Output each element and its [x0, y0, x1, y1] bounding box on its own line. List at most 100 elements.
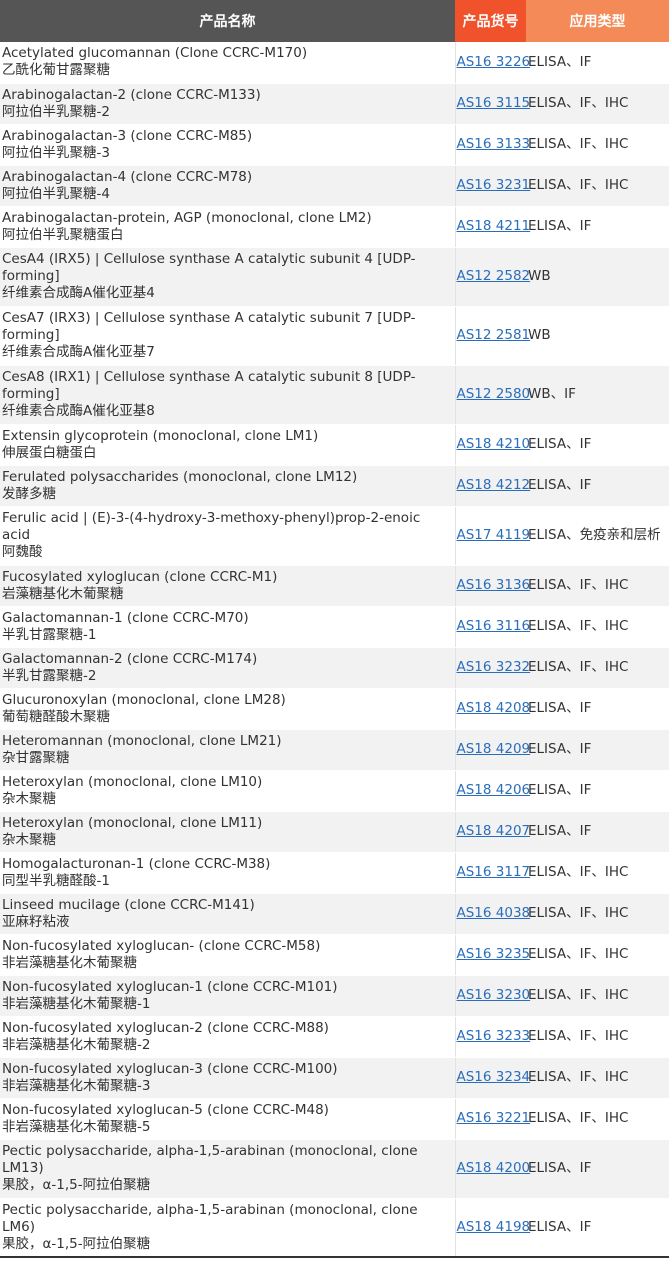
product-name-zh: 纤维素合成酶A催化亚基8	[2, 403, 155, 419]
product-code-cell: AS18 4208	[454, 688, 530, 730]
table-row: Heteromannan (monoclonal, clone LM21) 杂甘露…	[0, 729, 669, 771]
product-name-en: Ferulated polysaccharides (monoclonal, c…	[2, 468, 358, 485]
product-name-en: Pectic polysaccharide, alpha-1,5-arabina…	[2, 1201, 418, 1235]
product-name-cell: Pectic polysaccharide, alpha-1,5-arabina…	[0, 1198, 455, 1258]
product-code-cell: AS16 3136	[454, 565, 530, 607]
application-type-cell: WB、IF	[526, 365, 669, 425]
table-row: CesA8 (IRX1) | Cellulose synthase A cata…	[0, 365, 669, 425]
product-code-link[interactable]: AS16 3133	[457, 136, 531, 152]
product-code-link[interactable]: AS16 3233	[457, 1028, 531, 1044]
table-row: Ferulic acid | (E)-3-(4-hydroxy-3-methox…	[0, 506, 669, 566]
application-type-cell: ELISA、免疫亲和层析	[526, 506, 669, 566]
product-code-cell: AS16 3232	[454, 647, 530, 689]
product-name-cell: Arabinogalactan-protein, AGP (monoclonal…	[0, 206, 455, 248]
table-row: Arabinogalactan-3 (clone CCRC-M85) 阿拉伯半乳聚…	[0, 124, 669, 166]
product-code-link[interactable]: AS16 4038	[457, 905, 531, 921]
table-row: CesA7 (IRX3) | Cellulose synthase A cata…	[0, 306, 669, 366]
product-code-link[interactable]: AS18 4211	[457, 218, 531, 234]
product-name-cell: Homogalacturonan-1 (clone CCRC-M38) 同型半乳糖…	[0, 852, 455, 894]
product-name-zh: 非岩藻糖基化木葡聚糖-3	[2, 1077, 151, 1094]
product-code-link[interactable]: AS16 3230	[457, 987, 531, 1003]
product-name-cell: Non-fucosylated xyloglucan- (clone CCRC-…	[0, 934, 455, 976]
product-name-en: Heteroxylan (monoclonal, clone LM11)	[2, 814, 263, 831]
table-row: Ferulated polysaccharides (monoclonal, c…	[0, 465, 669, 507]
table-row: Heteroxylan (monoclonal, clone LM11) 杂木聚糖…	[0, 811, 669, 853]
product-name-cell: CesA4 (IRX5) | Cellulose synthase A cata…	[0, 247, 455, 307]
product-code-link[interactable]: AS12 2582	[457, 268, 531, 284]
application-type-cell: ELISA、IF、IHC	[526, 165, 669, 207]
product-name-en: Linseed mucilage (clone CCRC-M141)	[2, 896, 255, 913]
product-code-link[interactable]: AS12 2580	[457, 386, 531, 402]
product-name-zh: 纤维素合成酶A催化亚基4	[2, 285, 155, 301]
product-name-en: Non-fucosylated xyloglucan-1 (clone CCRC…	[2, 978, 338, 995]
product-code-link[interactable]: AS18 4198	[457, 1219, 531, 1235]
product-code-cell: AS16 3226	[454, 42, 530, 84]
application-type-cell: ELISA、IF	[526, 465, 669, 507]
product-code-link[interactable]: AS16 3115	[457, 95, 531, 111]
product-name-en: Heteromannan (monoclonal, clone LM21)	[2, 732, 282, 749]
product-name-zh: 岩藻糖基化木葡聚糖	[2, 585, 124, 602]
product-name-en: Pectic polysaccharide, alpha-1,5-arabina…	[2, 1143, 418, 1176]
product-name-zh: 亚麻籽粘液	[2, 913, 70, 930]
application-type-cell: ELISA、IF、IHC	[526, 975, 669, 1017]
application-type-cell: ELISA、IF、IHC	[526, 124, 669, 166]
application-type-cell: ELISA、IF	[526, 42, 669, 84]
table-row: Glucuronoxylan (monoclonal, clone LM28) 葡…	[0, 688, 669, 730]
product-name-cell: Arabinogalactan-2 (clone CCRC-M133) 阿拉伯半乳…	[0, 83, 455, 125]
application-type-cell: ELISA、IF、IHC	[526, 83, 669, 125]
table-row: Galactomannan-2 (clone CCRC-M174) 半乳甘露聚糖-…	[0, 647, 669, 689]
product-code-link[interactable]: AS18 4200	[457, 1160, 531, 1176]
application-type-cell: ELISA、IF	[526, 1139, 669, 1199]
product-name-en: Non-fucosylated xyloglucan-2 (clone CCRC…	[2, 1019, 329, 1036]
product-code-link[interactable]: AS18 4207	[457, 823, 531, 839]
application-type-cell: ELISA、IF、IHC	[526, 852, 669, 894]
product-code-cell: AS16 3233	[454, 1016, 530, 1058]
product-name-en: Heteroxylan (monoclonal, clone LM10)	[2, 773, 263, 790]
product-name-cell: Heteroxylan (monoclonal, clone LM11) 杂木聚糖	[0, 811, 455, 853]
table-header: 产品名称 产品货号 应用类型	[0, 0, 669, 42]
product-code-link[interactable]: AS18 4210	[457, 436, 531, 452]
product-code-link[interactable]: AS18 4208	[457, 700, 531, 716]
product-name-zh: 非岩藻糖基化木葡聚糖-5	[2, 1118, 151, 1135]
product-code-link[interactable]: AS16 3232	[457, 659, 531, 675]
product-code-link[interactable]: AS18 4212	[457, 477, 531, 493]
table-row: Fucosylated xyloglucan (clone CCRC-M1) 岩藻…	[0, 565, 669, 607]
product-code-link[interactable]: AS16 3226	[457, 54, 531, 70]
product-name-cell: Pectic polysaccharide, alpha-1,5-arabina…	[0, 1139, 455, 1199]
product-name-en: Glucuronoxylan (monoclonal, clone LM28)	[2, 691, 286, 708]
product-code-link[interactable]: AS12 2581	[457, 327, 531, 343]
product-code-link[interactable]: AS16 3136	[457, 577, 531, 593]
application-type-cell: ELISA、IF、IHC	[526, 1098, 669, 1140]
application-type-cell: ELISA、IF、IHC	[526, 893, 669, 935]
product-name-cell: Non-fucosylated xyloglucan-3 (clone CCRC…	[0, 1057, 455, 1099]
product-name-en: Ferulic acid | (E)-3-(4-hydroxy-3-methox…	[2, 510, 421, 543]
product-code-cell: AS18 4198	[454, 1198, 530, 1258]
table-row: Galactomannan-1 (clone CCRC-M70) 半乳甘露聚糖-1…	[0, 606, 669, 648]
product-code-link[interactable]: AS18 4209	[457, 741, 531, 757]
product-code-link[interactable]: AS16 3221	[457, 1110, 531, 1126]
product-name-zh: 阿拉伯半乳聚糖-2	[2, 103, 110, 120]
application-type-cell: ELISA、IF	[526, 811, 669, 853]
product-name-zh: 杂木聚糖	[2, 790, 56, 807]
product-code-link[interactable]: AS16 3234	[457, 1069, 531, 1085]
product-code-link[interactable]: AS17 4119	[457, 527, 531, 543]
product-code-link[interactable]: AS16 3235	[457, 946, 531, 962]
product-name-zh: 伸展蛋白糖蛋白	[2, 444, 97, 461]
table-row: Non-fucosylated xyloglucan-5 (clone CCRC…	[0, 1098, 669, 1140]
application-type-cell: ELISA、IF	[526, 1198, 669, 1258]
product-name-cell: Non-fucosylated xyloglucan-2 (clone CCRC…	[0, 1016, 455, 1058]
product-code-cell: AS18 4211	[454, 206, 530, 248]
application-type-cell: ELISA、IF、IHC	[526, 647, 669, 689]
product-code-link[interactable]: AS16 3116	[457, 618, 531, 634]
product-code-cell: AS16 3117	[454, 852, 530, 894]
product-name-zh: 阿拉伯半乳聚糖-3	[2, 144, 110, 161]
product-code-link[interactable]: AS16 3231	[457, 177, 531, 193]
table-row: Arabinogalactan-protein, AGP (monoclonal…	[0, 206, 669, 248]
product-name-cell: Ferulic acid | (E)-3-(4-hydroxy-3-methox…	[0, 506, 455, 566]
product-code-cell: AS18 4212	[454, 465, 530, 507]
product-code-link[interactable]: AS16 3117	[457, 864, 531, 880]
product-name-cell: CesA7 (IRX3) | Cellulose synthase A cata…	[0, 306, 455, 366]
product-code-link[interactable]: AS18 4206	[457, 782, 531, 798]
product-code-cell: AS16 3221	[454, 1098, 530, 1140]
application-type-cell: ELISA、IF、IHC	[526, 606, 669, 648]
